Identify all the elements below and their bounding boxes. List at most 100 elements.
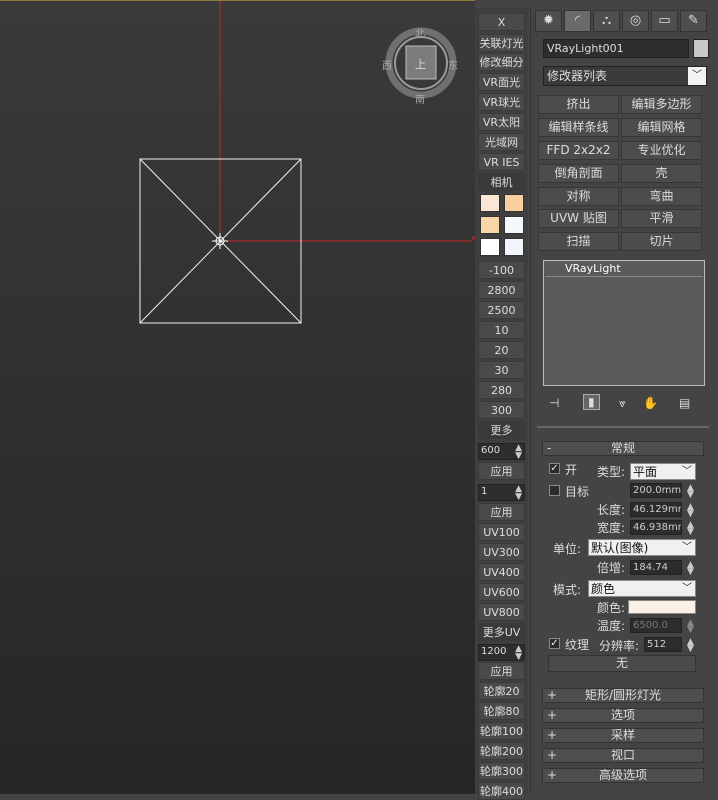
- texture-map-button[interactable]: 无: [548, 655, 696, 672]
- modifier-list-dropdown[interactable]: 修改器列表 ﹀: [543, 66, 707, 86]
- spinner-arrows-icon[interactable]: ▲ ▼: [687, 619, 694, 635]
- value-button-7[interactable]: 280: [478, 381, 525, 399]
- value-button-2[interactable]: 2800: [478, 281, 525, 299]
- hierarchy-tab-icon[interactable]: ⛬: [593, 10, 620, 32]
- more-button[interactable]: 更多: [478, 421, 525, 439]
- color-swatch-5[interactable]: [480, 238, 500, 256]
- smooth-button[interactable]: 平滑: [621, 209, 702, 228]
- edit-mesh-button[interactable]: 编辑网格: [621, 118, 702, 137]
- temperature-input[interactable]: 6500.0: [630, 618, 682, 633]
- spinner-arrows-icon[interactable]: ▲ ▼: [687, 484, 694, 500]
- uv800-button[interactable]: UV800: [478, 603, 525, 621]
- spinner-arrows-icon[interactable]: ▲ ▼: [515, 444, 522, 461]
- color-swatch-3[interactable]: [480, 216, 500, 234]
- make-unique-icon[interactable]: ⩔: [619, 396, 626, 411]
- type-dropdown[interactable]: 平面 ﹀: [630, 463, 696, 480]
- general-rollout-header[interactable]: - 常规: [542, 441, 704, 456]
- light-color-swatch[interactable]: [628, 600, 696, 614]
- modify-subdivs-button[interactable]: 修改细分: [478, 53, 525, 71]
- close-button[interactable]: X: [478, 13, 525, 31]
- spinner-arrows-icon[interactable]: ▲ ▼: [515, 485, 522, 502]
- contour300-button[interactable]: 轮廓300: [478, 762, 525, 780]
- rollout-advanced[interactable]: + 高级选项: [542, 768, 704, 783]
- texture-checkbox[interactable]: ✓: [549, 638, 560, 649]
- spinner-1200[interactable]: 1200 ▲ ▼: [478, 644, 525, 662]
- camera-button[interactable]: 相机: [478, 173, 525, 191]
- spinner-arrows-icon[interactable]: ▲ ▼: [687, 503, 694, 519]
- uvw-map-button[interactable]: UVW 贴图: [538, 209, 619, 228]
- photometric-web-button[interactable]: 光域网: [478, 133, 525, 151]
- pro-optimizer-button[interactable]: 专业优化: [621, 141, 702, 160]
- extrude-button[interactable]: 挤出: [538, 95, 619, 114]
- edit-spline-button[interactable]: 编辑样条线: [538, 118, 619, 137]
- uv100-button[interactable]: UV100: [478, 523, 525, 541]
- viewcube-top-label[interactable]: 上: [415, 56, 426, 72]
- color-swatch-4[interactable]: [504, 216, 524, 234]
- contour80-button[interactable]: 轮廓80: [478, 702, 525, 720]
- edit-poly-button[interactable]: 编辑多边形: [621, 95, 702, 114]
- value-button-3[interactable]: 2500: [478, 301, 525, 319]
- rollout-options[interactable]: + 选项: [542, 708, 704, 723]
- units-dropdown[interactable]: 默认(图像) ﹀: [588, 539, 696, 556]
- contour200-button[interactable]: 轮廓200: [478, 742, 525, 760]
- spinner-arrows-icon[interactable]: ▲ ▼: [687, 638, 694, 654]
- contour400-button[interactable]: 轮廓400: [478, 782, 525, 800]
- object-color-swatch[interactable]: [693, 39, 709, 58]
- ffd-button[interactable]: FFD 2x2x2: [538, 141, 619, 160]
- motion-tab-icon[interactable]: ◎: [622, 10, 649, 32]
- utilities-tab-icon[interactable]: ✎: [680, 10, 707, 32]
- spinner-arrows-icon[interactable]: ▲ ▼: [515, 645, 522, 662]
- sweep-button[interactable]: 扫描: [538, 232, 619, 251]
- remove-modifier-icon[interactable]: ✋: [643, 396, 658, 410]
- viewport[interactable]: × 北 南 东 西 上: [0, 0, 475, 794]
- spinner-arrows-icon[interactable]: ▲ ▼: [687, 561, 694, 577]
- bend-button[interactable]: 弯曲: [621, 187, 702, 206]
- slice-button[interactable]: 切片: [621, 232, 702, 251]
- symmetry-button[interactable]: 对称: [538, 187, 619, 206]
- value-button-1[interactable]: -100: [478, 261, 525, 279]
- uv300-button[interactable]: UV300: [478, 543, 525, 561]
- apply-button-2[interactable]: 应用: [478, 503, 525, 521]
- color-swatch-2[interactable]: [504, 194, 524, 212]
- pin-stack-icon[interactable]: ⊣: [549, 396, 559, 410]
- modifier-stack[interactable]: VRayLight: [543, 260, 705, 386]
- object-name-field[interactable]: VRayLight001: [543, 39, 689, 58]
- value-button-8[interactable]: 300: [478, 401, 525, 419]
- target-distance-input[interactable]: 200.0mm: [630, 483, 682, 498]
- multiplier-input[interactable]: 184.74: [630, 560, 682, 575]
- length-input[interactable]: 46.129mm: [630, 502, 682, 517]
- vr-sun-button[interactable]: VR太阳: [478, 113, 525, 131]
- bevel-profile-button[interactable]: 倒角剖面: [538, 164, 619, 183]
- rollout-sampling[interactable]: + 采样: [542, 728, 704, 743]
- shell-button[interactable]: 壳: [621, 164, 702, 183]
- color-swatch-1[interactable]: [480, 194, 500, 212]
- create-tab-icon[interactable]: ✹: [535, 10, 562, 32]
- spinner-600[interactable]: 600 ▲ ▼: [478, 443, 525, 461]
- uv600-button[interactable]: UV600: [478, 583, 525, 601]
- contour20-button[interactable]: 轮廓20: [478, 682, 525, 700]
- vr-sphere-light-button[interactable]: VR球光: [478, 93, 525, 111]
- show-end-result-icon[interactable]: ▮: [583, 394, 600, 410]
- value-button-6[interactable]: 30: [478, 361, 525, 379]
- contour100-button[interactable]: 轮廓100: [478, 722, 525, 740]
- modify-tab-icon[interactable]: ◜: [564, 10, 591, 32]
- spinner-1[interactable]: 1 ▲ ▼: [478, 484, 525, 502]
- rollout-rect-disc-light[interactable]: + 矩形/圆形灯光: [542, 688, 704, 703]
- resolution-input[interactable]: 512: [644, 637, 682, 652]
- apply-button-3[interactable]: 应用: [478, 662, 525, 680]
- spinner-arrows-icon[interactable]: ▲ ▼: [687, 521, 694, 537]
- link-lights-button[interactable]: 关联灯光: [478, 34, 525, 52]
- more-uv-button[interactable]: 更多UV: [478, 623, 525, 641]
- value-button-5[interactable]: 20: [478, 341, 525, 359]
- stack-item[interactable]: VRayLight: [545, 262, 703, 277]
- value-button-4[interactable]: 10: [478, 321, 525, 339]
- color-swatch-6[interactable]: [504, 238, 524, 256]
- display-tab-icon[interactable]: ▭: [651, 10, 678, 32]
- configure-sets-icon[interactable]: ▤: [679, 396, 690, 410]
- vr-ies-button[interactable]: VR IES: [478, 153, 525, 171]
- vr-plane-light-button[interactable]: VR面光: [478, 73, 525, 91]
- rollout-viewport[interactable]: + 视口: [542, 748, 704, 763]
- target-checkbox[interactable]: [549, 485, 560, 496]
- on-checkbox[interactable]: ✓: [549, 463, 560, 474]
- uv400-button[interactable]: UV400: [478, 563, 525, 581]
